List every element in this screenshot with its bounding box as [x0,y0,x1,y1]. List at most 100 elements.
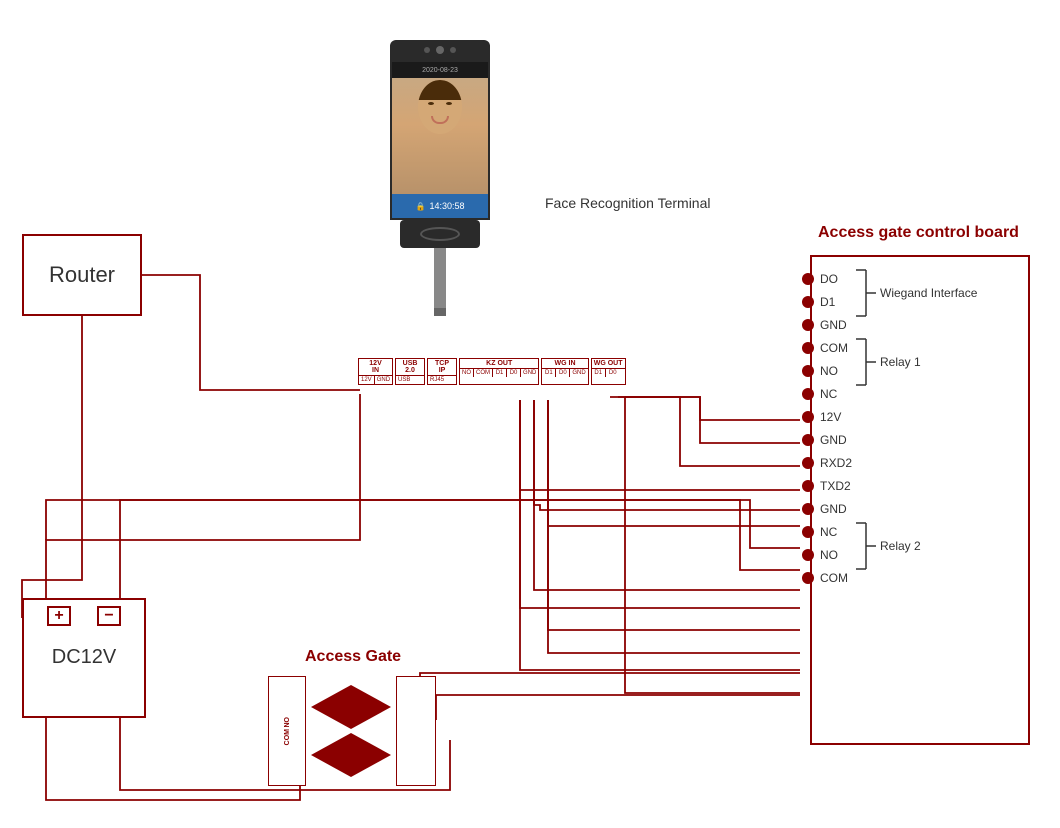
pin-12v: 12V [359,376,375,384]
pin-dot-GND1 [802,319,814,331]
cg-kz-out-pins: NO COM D1 D0 GND [460,369,538,377]
pin-label-DO: DO [820,272,860,286]
gate-wing-bottom [311,733,391,777]
pin-row-D1: D1 [802,295,860,309]
cg-12v-in-label: 12VIN [359,359,392,376]
pin-row-GND2: GND [802,433,860,447]
pin-dot-GND2 [802,434,814,446]
pin-wgin-d0: D0 [556,369,570,377]
gate-connector-group: NO COM [284,717,291,746]
terminal-screen: 2020-08-23 🔒 14:30:58 [390,60,490,220]
cg-wg-in-pins: D1 D0 GND [542,369,587,377]
reader-oval [420,227,460,241]
cg-kz-out: KZ OUT NO COM D1 D0 GND [459,358,539,385]
gate-wing-top [311,685,391,729]
pin-dot-TXD2 [802,480,814,492]
cg-12v-in: 12VIN 12V GND [358,358,393,385]
battery-minus: − [97,606,121,626]
pin-row-NC2: NC [802,525,860,539]
pin-gnd: GND [375,376,392,384]
battery-box: + − DC12V [22,598,146,718]
camera-dot-right [450,47,456,53]
pin-wgout-d1: D1 [592,369,606,377]
gate-no-label: NO [284,717,291,728]
pin-dot-DO [802,273,814,285]
gate-left-panel: NO COM [268,676,306,786]
status-date: 2020-08-23 [422,67,458,74]
face-eye-left [428,102,434,105]
terminal-top [390,40,490,60]
pin-label-COM: COM [820,341,860,355]
pin-label-COM2: COM [820,571,860,585]
terminal-status-bar: 2020-08-23 [392,62,488,78]
battery-terminals: + − [24,600,144,630]
cg-wg-out-pins: D1 D0 [592,369,625,377]
pin-kz-d0: D0 [507,369,521,377]
pin-row-NO2: NO [802,548,860,562]
pin-label-NO: NO [820,364,860,378]
terminal-device: 2020-08-23 🔒 14:30:58 [380,40,500,316]
control-board-title: Access gate control board [818,224,1019,242]
battery-plus: + [47,606,71,626]
pin-row-12V: 12V [802,410,860,424]
pin-label-NC2: NC [820,525,860,539]
pin-label-NC: NC [820,387,860,401]
pin-row-COM: COM [802,341,860,355]
cg-usb-pins: USB [396,376,424,384]
cg-wg-in-label: WG IN [542,359,587,369]
pin-row-NO: NO [802,364,860,378]
pin-tcp: RJ45 [428,376,446,384]
face-oval [418,80,462,134]
access-gate-container: NO COM [268,676,468,796]
cg-kz-out-label: KZ OUT [460,359,538,369]
router-box: Router [22,234,142,316]
pin-label-GND1: GND [820,318,860,332]
face-smile [431,116,449,124]
pin-dot-NC2 [802,526,814,538]
control-board: DO D1 GND COM NO NC 12V GND RXD2 TXD2 [810,255,1030,745]
pin-wgout-d0: D0 [606,369,620,377]
terminal-reader [400,220,480,248]
pin-wgin-d1: D1 [542,369,556,377]
terminal-bottom-bar: 🔒 14:30:58 [392,194,488,218]
pin-label-RXD2: RXD2 [820,456,860,470]
pin-row-TXD2: TXD2 [802,479,860,493]
lock-icon: 🔒 [415,202,425,211]
cg-wg-in: WG IN D1 D0 GND [541,358,588,385]
terminal-pole [434,248,446,308]
pin-row-GND1: GND [802,318,860,332]
pin-dot-COM [802,342,814,354]
pin-kz-d1: D1 [493,369,507,377]
pin-kz-no: NO [460,369,474,377]
terminal-time: 14:30:58 [429,201,464,211]
pin-row-GND3: GND [802,502,860,516]
pin-dot-NO [802,365,814,377]
pin-label-D1: D1 [820,295,860,309]
pin-usb: USB [396,376,412,384]
pin-kz-com: COM [474,369,493,377]
cg-12v-in-pins: 12V GND [359,376,392,384]
terminal-base [434,308,446,316]
pin-dot-12V [802,411,814,423]
terminal-label: Face Recognition Terminal [545,195,711,211]
pin-wgin-gnd: GND [570,369,587,377]
pin-row-COM2: COM [802,571,860,585]
terminal-face-area [392,78,488,194]
pin-dot-COM2 [802,572,814,584]
face-hair [418,80,462,100]
gate-right-panel [396,676,436,786]
pin-row-RXD2: RXD2 [802,456,860,470]
cg-usb: USB2.0 USB [395,358,425,385]
pin-dot-NO2 [802,549,814,561]
access-gate-title: Access Gate [305,648,401,666]
pin-dot-NC [802,388,814,400]
face-eye-right [446,102,452,105]
cg-tcp: TCPIP RJ45 [427,358,457,385]
pin-dot-RXD2 [802,457,814,469]
pin-row-DO: DO [802,272,860,286]
pin-label-GND3: GND [820,502,860,516]
camera-dot-left [424,47,430,53]
gate-wings [306,676,396,786]
pin-kz-gnd: GND [521,369,538,377]
connector-board: 12VIN 12V GND USB2.0 USB TCPIP RJ45 KZ O… [358,358,626,385]
